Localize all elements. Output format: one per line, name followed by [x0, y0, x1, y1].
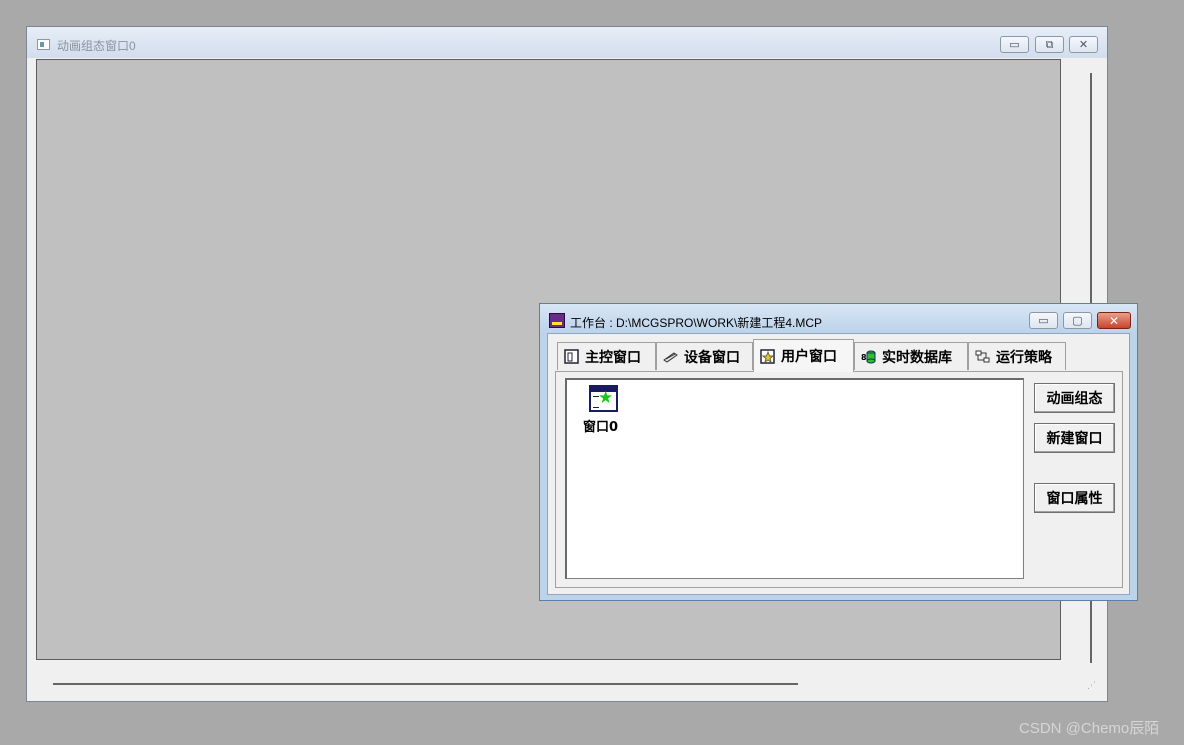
- restore-icon: ⧉: [1045, 38, 1054, 51]
- minimize-icon: ▭: [1009, 38, 1020, 51]
- button-label: 窗口属性: [1046, 491, 1103, 507]
- tab-device-window[interactable]: 设备窗口: [656, 342, 753, 370]
- minimize-icon: ▭: [1038, 314, 1049, 327]
- workbench-close-button[interactable]: ✕: [1097, 312, 1131, 329]
- tab-label: 用户窗口: [781, 349, 837, 365]
- watermark: CSDN @Chemo辰陌: [1019, 720, 1160, 737]
- window-star-icon: ★: [589, 385, 618, 412]
- workbench-titlebar[interactable]: 工作台 : D:\MCGSPRO\WORK\新建工程4.MCP ▭ ▢ ✕: [540, 304, 1137, 333]
- device-icon: [663, 349, 678, 364]
- horizontal-scroll-thumb[interactable]: [53, 683, 798, 685]
- workbench-maximize-button[interactable]: ▢: [1063, 312, 1092, 329]
- user-window-icon: [760, 348, 775, 364]
- tab-label: 主控窗口: [585, 349, 641, 366]
- window-properties-button[interactable]: 窗口属性: [1034, 483, 1115, 513]
- tab-label: 实时数据库: [882, 349, 952, 366]
- workbench-title: 工作台 : D:\MCGSPRO\WORK\新建工程4.MCP: [570, 316, 823, 330]
- button-label: 新建窗口: [1046, 431, 1103, 447]
- workbench-client-area: 主控窗口 设备窗口 用户窗口 8 实时数据库 运行策略 ★ 窗口0 动画组态 新…: [547, 333, 1130, 595]
- list-item-label: 窗口0: [583, 420, 619, 435]
- maximize-button[interactable]: ⧉: [1035, 36, 1064, 53]
- horizontal-scrollbar[interactable]: [36, 675, 1082, 693]
- main-window-icon: [564, 349, 579, 364]
- user-window-list[interactable]: ★ 窗口0: [565, 378, 1024, 579]
- animation-window-title: 动画组态窗口0: [57, 39, 136, 53]
- new-window-button[interactable]: 新建窗口: [1034, 423, 1115, 453]
- mcgs-app-icon: [549, 313, 565, 328]
- user-window-panel: ★ 窗口0 动画组态 新建窗口 窗口属性: [555, 371, 1123, 588]
- tab-label: 运行策略: [996, 349, 1052, 366]
- animation-window-titlebar[interactable]: 动画组态窗口0 ▭ ⧉ ✕: [27, 27, 1107, 58]
- close-icon: ✕: [1078, 38, 1089, 51]
- svg-text:8: 8: [861, 353, 867, 362]
- resize-grip-icon[interactable]: ⋰: [1087, 681, 1096, 691]
- button-label: 动画组态: [1046, 391, 1103, 407]
- database-icon: 8: [861, 349, 876, 364]
- minimize-button[interactable]: ▭: [1000, 36, 1029, 53]
- window-app-icon: [37, 39, 50, 50]
- tab-label: 设备窗口: [684, 349, 740, 366]
- list-item[interactable]: ★ 窗口0: [567, 380, 647, 440]
- strategy-icon: [975, 349, 990, 364]
- tab-realtime-database[interactable]: 8 实时数据库: [854, 342, 968, 370]
- close-icon: ✕: [1108, 313, 1120, 328]
- close-button[interactable]: ✕: [1069, 36, 1098, 53]
- maximize-icon: ▢: [1072, 314, 1083, 327]
- workbench-window: 工作台 : D:\MCGSPRO\WORK\新建工程4.MCP ▭ ▢ ✕ 主控…: [539, 303, 1138, 601]
- tab-main-window[interactable]: 主控窗口: [557, 342, 656, 370]
- animate-config-button[interactable]: 动画组态: [1034, 383, 1115, 413]
- tab-user-window[interactable]: 用户窗口: [753, 339, 854, 372]
- tab-run-strategy[interactable]: 运行策略: [968, 342, 1066, 370]
- workbench-minimize-button[interactable]: ▭: [1029, 312, 1058, 329]
